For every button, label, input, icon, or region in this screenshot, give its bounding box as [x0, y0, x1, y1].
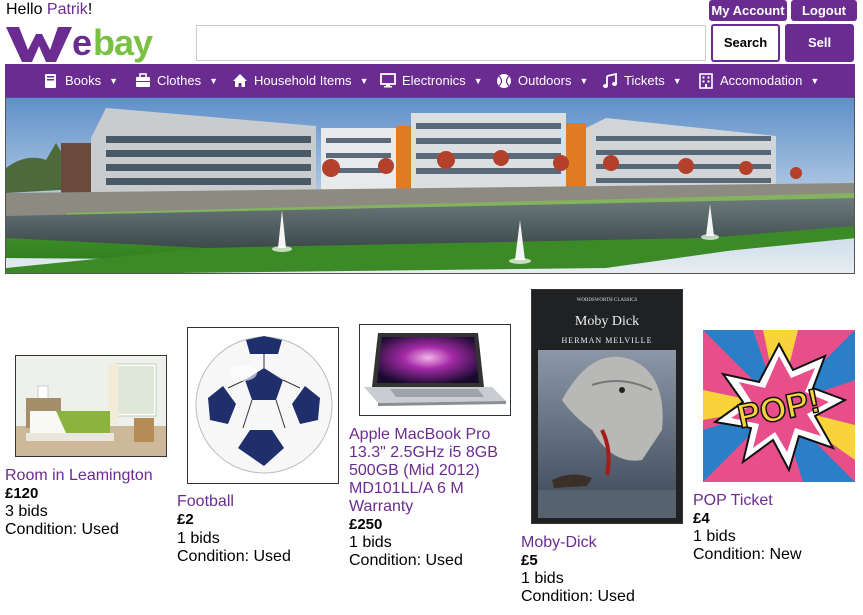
search-button[interactable]: Search — [711, 24, 780, 62]
book-cover-photo: WORDSWORTH CLASSICS Moby Dick HERMAN MEL… — [532, 290, 682, 523]
listing-bids: 3 bids — [5, 503, 48, 520]
listing-title[interactable]: Moby-Dick — [521, 534, 597, 552]
caret-down-icon: ▼ — [672, 75, 682, 86]
top-bar: Hello Patrik! My Account Logout — [0, 0, 863, 24]
nav-label: Accomodation — [720, 73, 803, 88]
listing-bids: 1 bids — [349, 534, 392, 551]
listing-image-room[interactable] — [15, 355, 167, 457]
nav-item-tickets[interactable]: Tickets ▼ — [602, 64, 682, 97]
nav-item-household[interactable]: Household Items ▼ — [232, 64, 368, 97]
listing-price: £120 — [5, 485, 39, 502]
caret-down-icon: ▼ — [473, 75, 483, 86]
listing-title[interactable]: POP Ticket — [693, 492, 773, 510]
listing-condition: Condition: Used — [177, 548, 291, 565]
listing-title[interactable]: Football — [177, 493, 234, 511]
listing-title-line: 500GB (Mid 2012) — [349, 462, 480, 479]
bedroom-photo — [16, 356, 166, 456]
nav-label: Household Items — [254, 73, 352, 88]
logout-button[interactable]: Logout — [791, 0, 857, 21]
caret-down-icon: ▼ — [579, 75, 589, 86]
monitor-icon — [380, 73, 396, 88]
music-icon — [603, 72, 617, 88]
greeting-suffix: ! — [87, 1, 93, 18]
pop-art-image: POP! — [703, 330, 855, 482]
nav-item-clothes[interactable]: Clothes ▼ — [135, 64, 218, 97]
campus-banner-image — [5, 97, 855, 274]
nav-label: Tickets — [624, 73, 665, 88]
listing-image-macbook[interactable] — [359, 324, 511, 416]
laptop-photo — [360, 325, 510, 415]
svg-text:bay: bay — [93, 24, 153, 63]
listing-bids: 1 bids — [521, 570, 564, 587]
listing-title-line: Warranty — [349, 498, 414, 515]
listing-price: £5 — [521, 552, 538, 569]
caret-down-icon: ▼ — [109, 75, 119, 86]
listing-price: £2 — [177, 511, 194, 528]
listing-condition: Condition: Used — [349, 552, 463, 569]
category-nav: Books ▼ Clothes ▼ Household Items ▼ Electro… — [5, 64, 855, 97]
cover-series: WORDSWORTH CLASSICS — [577, 298, 638, 303]
listing-condition: Condition: Used — [5, 521, 119, 538]
listing-title-line: 13.3" 2.5GHz i5 8GB — [349, 444, 498, 461]
caret-down-icon: ▼ — [810, 75, 820, 86]
listing-condition: Condition: New — [693, 546, 802, 563]
greeting-prefix: Hello — [6, 1, 47, 18]
nav-label: Books — [65, 73, 102, 88]
greeting: Hello Patrik! — [6, 1, 92, 19]
listing-condition: Condition: Used — [521, 588, 635, 605]
webay-logo: e bay — [6, 22, 154, 63]
my-account-button[interactable]: My Account — [709, 0, 787, 21]
cover-author: HERMAN MELVILLE — [562, 336, 653, 345]
svg-text:e: e — [72, 24, 91, 63]
listing-price: £250 — [349, 516, 383, 533]
caret-down-icon: ▼ — [209, 75, 218, 86]
nav-label: Outdoors — [518, 73, 572, 88]
nav-item-accommodation[interactable]: Accomodation ▼ — [698, 64, 819, 97]
logo[interactable]: e bay — [6, 22, 190, 64]
listing-title[interactable]: Room in Leamington — [5, 467, 153, 485]
listing-bids: 1 bids — [693, 528, 736, 545]
book-icon — [45, 73, 56, 88]
user-name[interactable]: Patrik — [47, 1, 88, 18]
listing-image-moby-dick[interactable]: WORDSWORTH CLASSICS Moby Dick HERMAN MEL… — [531, 289, 683, 524]
banner-illustration — [6, 98, 854, 273]
listing-image-football[interactable] — [187, 327, 339, 484]
building-icon — [699, 72, 713, 89]
football-photo — [188, 328, 338, 483]
nav-label: Clothes — [157, 73, 202, 88]
cover-title: Moby Dick — [575, 314, 639, 329]
nav-item-outdoors[interactable]: Outdoors ▼ — [496, 64, 588, 97]
listing-title[interactable]: Apple MacBook Pro 13.3" 2.5GHz i5 8GB 50… — [349, 426, 498, 516]
nav-item-electronics[interactable]: Electronics ▼ — [380, 64, 483, 97]
briefcase-icon — [136, 73, 150, 87]
listing-bids: 1 bids — [177, 530, 220, 547]
nav-item-books[interactable]: Books ▼ — [43, 64, 118, 97]
home-icon — [233, 74, 247, 87]
ball-icon — [497, 73, 511, 88]
search-input[interactable] — [196, 25, 706, 61]
sell-button[interactable]: Sell — [785, 24, 854, 62]
nav-label: Electronics — [402, 73, 466, 88]
listing-title-line: Apple MacBook Pro — [349, 426, 491, 443]
listing-title-line: MD101LL/A 6 M — [349, 480, 464, 497]
caret-down-icon: ▼ — [359, 75, 369, 86]
listing-image-pop-ticket[interactable]: POP! — [703, 330, 855, 482]
listing-price: £4 — [693, 510, 710, 527]
